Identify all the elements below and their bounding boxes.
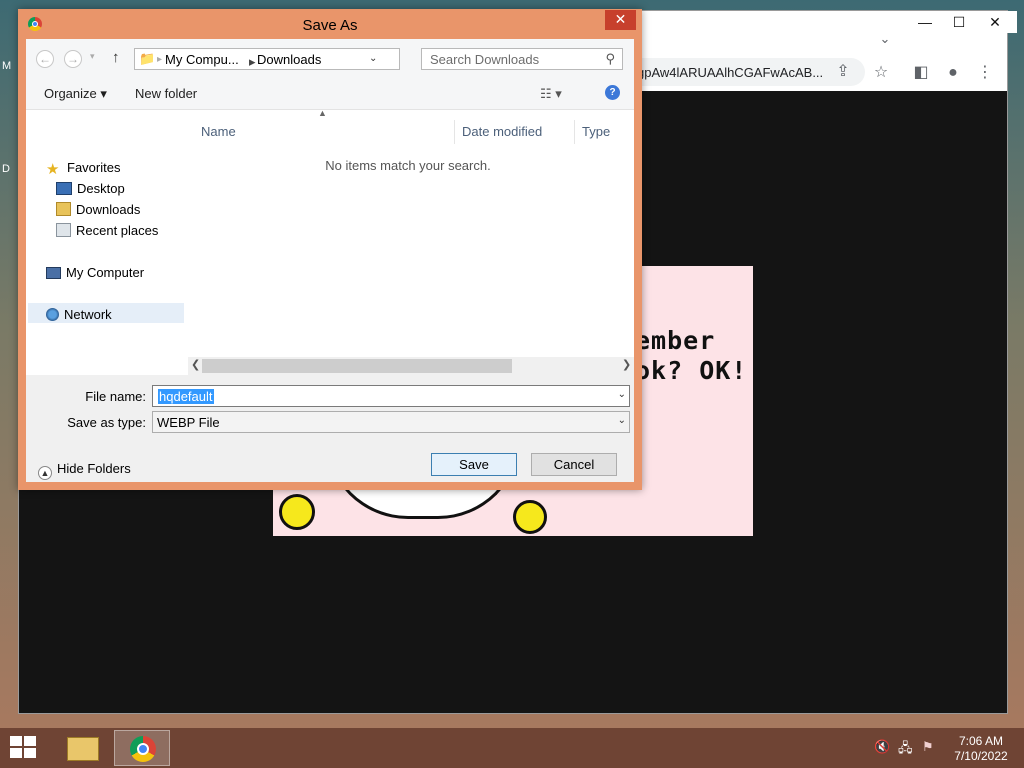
cancel-button[interactable]: Cancel	[531, 453, 617, 476]
breadcrumb-dropdown-icon[interactable]: ⌄	[369, 53, 377, 64]
image-caption-line-2: ok? OK!	[635, 356, 748, 385]
taskbar-file-explorer[interactable]	[54, 730, 110, 766]
nav-downloads[interactable]: Downloads	[56, 202, 140, 217]
recent-places-icon	[56, 223, 71, 237]
breadcrumb[interactable]: 📁 ▸ My Compu... ▸ Downloads ⌄ ↻	[134, 48, 503, 70]
yellow-circle	[279, 494, 315, 530]
desktop-icon	[56, 182, 72, 195]
yellow-circle	[513, 500, 547, 534]
navigation-pane: ★ Favorites Desktop Downloads Recent plac…	[26, 110, 184, 373]
dialog-close-button[interactable]: ✕	[605, 10, 636, 30]
horizontal-scrollbar[interactable]: ❮ ❯	[188, 357, 634, 375]
hide-folders-button[interactable]: ▲ Hide Folders	[38, 461, 131, 480]
hide-folders-label: Hide Folders	[57, 461, 131, 476]
nav-network[interactable]: Network	[46, 307, 112, 322]
clock-time: 7:06 AM	[958, 734, 1004, 748]
column-divider[interactable]	[574, 120, 575, 144]
volume-muted-icon[interactable]: 🔇	[874, 739, 890, 755]
nav-my-computer[interactable]: My Computer	[46, 265, 144, 280]
chrome-icon	[130, 736, 156, 762]
image-caption-line-1: ember	[635, 326, 716, 355]
clock-date: 7/10/2022	[954, 749, 1008, 763]
save-as-dialog: Save As ✕ ← → ▾ ↑ 📁 ▸ My Compu... ▸ Down…	[18, 9, 642, 490]
desktop-icon-fragment: M	[2, 60, 12, 72]
breadcrumb-downloads[interactable]: Downloads	[257, 52, 321, 67]
nav-my-computer-label: My Computer	[66, 265, 145, 280]
address-bar[interactable]: gpAw4lARUAAlhCGAFwAcAB... ⇪	[629, 58, 865, 86]
file-list[interactable]: ▲ Name Date modified Type No items match…	[188, 108, 634, 373]
back-button[interactable]: ←	[36, 50, 54, 68]
star-icon: ★	[46, 161, 60, 178]
save-as-type-select[interactable]: WEBP File ⌄	[152, 411, 630, 433]
column-header-name[interactable]: Name	[201, 124, 236, 139]
search-input[interactable]: Search Downloads ⚲	[421, 48, 623, 70]
collapse-icon: ▲	[38, 466, 52, 480]
navigation-bar: ← → ▾ ↑ 📁 ▸ My Compu... ▸ Downloads ⌄ ↻ …	[26, 39, 634, 77]
up-folder-button[interactable]: ↑	[112, 49, 120, 66]
nav-favorites-label: Favorites	[67, 160, 121, 175]
taskbar: 🔇 🖧 ⚑ 7:06 AM 7/10/2022	[0, 728, 1024, 768]
network-status-icon[interactable]: 🖧	[898, 739, 913, 761]
column-divider[interactable]	[454, 120, 455, 144]
folder-icon	[67, 737, 99, 761]
dialog-body: ← → ▾ ↑ 📁 ▸ My Compu... ▸ Downloads ⌄ ↻ …	[26, 39, 634, 482]
save-button[interactable]: Save	[431, 453, 517, 476]
network-icon	[46, 308, 59, 321]
column-header-date-modified[interactable]: Date modified	[462, 124, 542, 139]
dialog-titlebar[interactable]: Save As ✕	[18, 9, 642, 39]
nav-desktop[interactable]: Desktop	[56, 181, 125, 196]
save-as-type-label: Save as type:	[67, 415, 146, 430]
tab-search-icon[interactable]: ⌄	[871, 25, 899, 53]
change-view-icon[interactable]: ☷ ▾	[540, 86, 562, 102]
search-icon: ⚲	[605, 51, 615, 66]
nav-recent-places[interactable]: Recent places	[56, 223, 158, 238]
folder-icon: 📁	[139, 51, 156, 66]
file-name-value: hqdefault	[158, 389, 214, 404]
scroll-left-icon[interactable]: ❮	[191, 358, 200, 371]
help-icon[interactable]: ?	[605, 85, 620, 100]
dialog-title: Save As	[302, 17, 358, 34]
downloads-folder-icon	[56, 202, 71, 216]
side-panel-icon[interactable]: ◧	[907, 59, 935, 87]
computer-icon	[46, 267, 61, 279]
breadcrumb-my-computer[interactable]: My Compu...	[165, 52, 239, 67]
file-name-input[interactable]: hqdefault ⌄	[152, 385, 630, 407]
file-name-label: File name:	[85, 389, 146, 404]
breadcrumb-separator: ▸	[157, 54, 163, 65]
taskbar-chrome[interactable]	[114, 730, 170, 766]
more-menu-icon[interactable]: ⋮	[971, 59, 999, 87]
nav-downloads-label: Downloads	[76, 202, 141, 217]
save-as-type-value: WEBP File	[157, 415, 220, 430]
search-placeholder: Search Downloads	[430, 52, 540, 67]
profile-avatar-icon[interactable]: ●	[939, 59, 967, 87]
desktop-icon-fragment: D	[2, 163, 10, 175]
chrome-close-button[interactable]: ✕	[973, 11, 1017, 33]
breadcrumb-separator: ▸	[249, 54, 256, 69]
chevron-down-icon[interactable]: ⌄	[618, 389, 626, 400]
scroll-right-icon[interactable]: ❯	[622, 358, 631, 371]
url-text: gpAw4lARUAAlhCGAFwAcAB...	[637, 65, 823, 80]
command-bar: Organize ▾ New folder ☷ ▾ ?	[26, 77, 634, 110]
start-button[interactable]	[10, 736, 38, 760]
forward-button[interactable]: →	[64, 50, 82, 68]
save-options-panel: File name: hqdefault ⌄ Save as type: WEB…	[26, 375, 634, 482]
share-icon[interactable]: ⇪	[829, 58, 857, 86]
scrollbar-thumb[interactable]	[202, 359, 512, 373]
empty-message: No items match your search.	[325, 158, 491, 173]
bookmark-star-icon[interactable]: ☆	[867, 59, 895, 87]
nav-network-label: Network	[64, 307, 112, 322]
nav-recent-places-label: Recent places	[76, 223, 159, 238]
new-folder-button[interactable]: New folder	[135, 86, 197, 101]
action-center-icon[interactable]: ⚑	[922, 739, 934, 755]
nav-favorites[interactable]: ★ Favorites	[46, 160, 121, 178]
recent-locations-icon[interactable]: ▾	[90, 51, 95, 62]
chevron-down-icon[interactable]: ⌄	[618, 415, 626, 426]
system-clock[interactable]: 7:06 AM 7/10/2022	[948, 734, 1014, 764]
organize-menu[interactable]: Organize ▾	[44, 86, 107, 102]
sort-ascending-icon: ▲	[318, 108, 327, 118]
column-header-type[interactable]: Type	[582, 124, 610, 139]
nav-desktop-label: Desktop	[77, 181, 125, 196]
